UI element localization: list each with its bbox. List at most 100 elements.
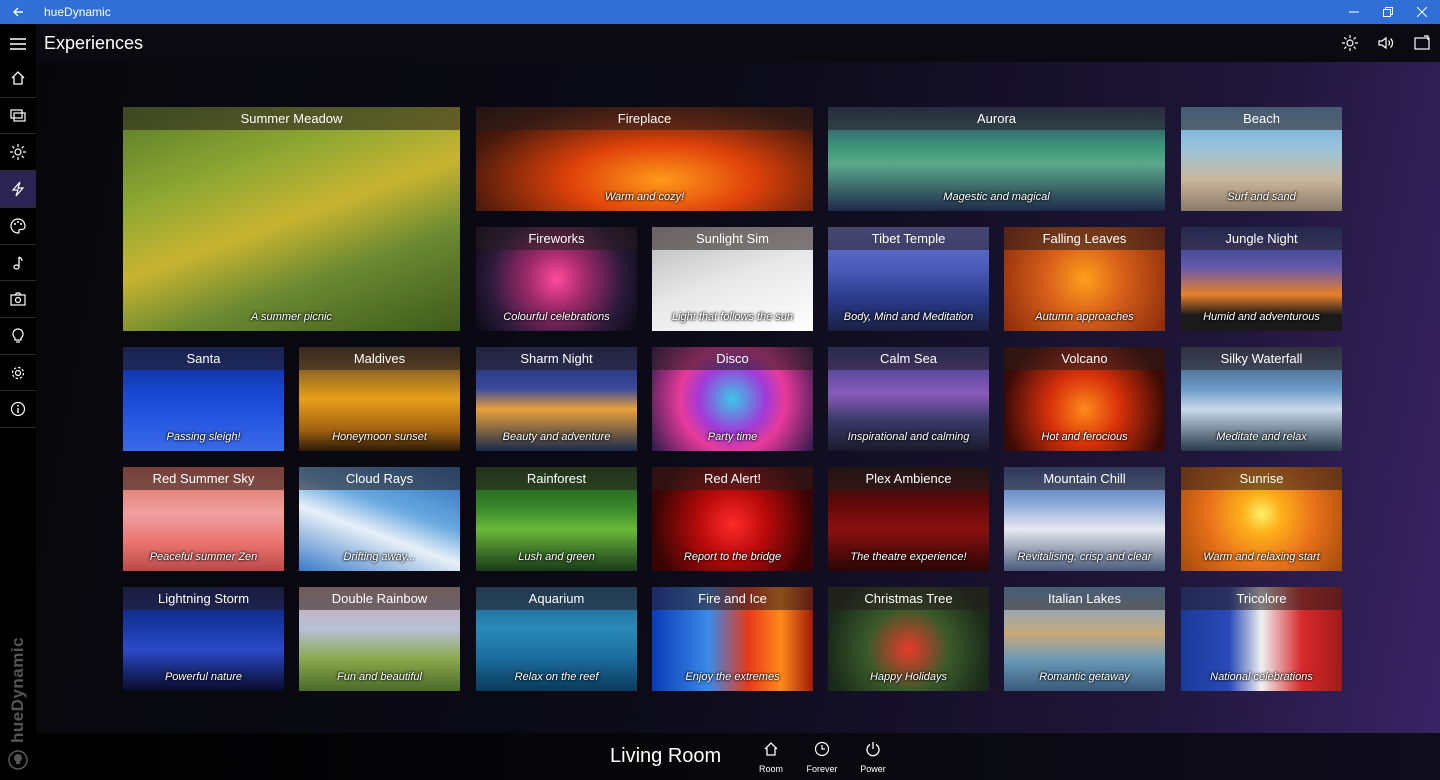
experience-tile[interactable]: Mountain Chill Revitalising, crisp and cl…	[1004, 467, 1165, 571]
experience-subtitle: Powerful nature	[164, 671, 243, 683]
experience-tile[interactable]: Santa Passing sleigh!	[123, 347, 284, 451]
experience-subtitle: Beauty and adventure	[502, 431, 611, 443]
gear-icon	[11, 366, 25, 380]
experience-tile[interactable]: Lightning Storm Powerful nature	[123, 587, 284, 691]
experience-tile[interactable]: Tricolore National celebrations	[1181, 587, 1342, 691]
experience-tile[interactable]: Christmas Tree Happy Holidays	[828, 587, 989, 691]
experience-title: Jungle Night	[1181, 227, 1342, 250]
experience-subtitle: Warm and cozy!	[604, 191, 685, 203]
experience-tile[interactable]: Sharm Night Beauty and adventure	[476, 347, 637, 451]
forever-button[interactable]: Forever	[800, 741, 844, 779]
experience-title: Aurora	[828, 107, 1165, 130]
experience-tile[interactable]: Disco Party time	[652, 347, 813, 451]
experience-tile[interactable]: Jungle Night Humid and adventurous	[1181, 227, 1342, 331]
power-button[interactable]: Power	[851, 741, 895, 779]
sidebar-item-settings[interactable]	[0, 355, 36, 391]
sidebar-item-scenes[interactable]	[0, 98, 36, 134]
back-arrow-icon	[13, 7, 23, 17]
experience-title: Santa	[123, 347, 284, 370]
experience-title: Red Summer Sky	[123, 467, 284, 490]
sidebar-item-about[interactable]	[0, 391, 36, 427]
room-button[interactable]: Room	[749, 741, 793, 779]
experience-subtitle: Humid and adventurous	[1203, 311, 1320, 323]
experience-subtitle: Enjoy the extremes	[685, 671, 780, 683]
sidebar-item-home[interactable]	[0, 60, 36, 96]
experience-title: Mountain Chill	[1004, 467, 1165, 490]
experience-subtitle: Romantic getaway	[1039, 671, 1130, 683]
experience-title: Tibet Temple	[828, 227, 989, 250]
hamburger-menu-button[interactable]	[0, 26, 36, 62]
experience-title: Tricolore	[1181, 587, 1342, 610]
experience-subtitle: A summer picnic	[251, 311, 332, 323]
sidebar-item-brightness[interactable]	[0, 134, 36, 170]
experience-subtitle: Hot and ferocious	[1041, 431, 1128, 443]
experience-tile[interactable]: Cloud Rays Drifting away...	[299, 467, 460, 571]
experience-subtitle: Peaceful summer Zen	[149, 551, 258, 563]
experience-tile[interactable]: Rainforest Lush and green	[476, 467, 637, 571]
room-name: Living Room	[610, 745, 722, 767]
experience-subtitle: Warm and relaxing start	[1203, 551, 1320, 563]
experience-tile[interactable]: Aurora Magestic and magical	[828, 107, 1165, 211]
experience-title: Rainforest	[476, 467, 637, 490]
home-icon	[11, 71, 25, 85]
experience-title: Christmas Tree	[828, 587, 989, 610]
minimize-button[interactable]	[1337, 0, 1371, 24]
brightness-button[interactable]	[1340, 33, 1360, 53]
palette-icon	[10, 218, 26, 234]
experience-tile[interactable]: Silky Waterfall Meditate and relax	[1181, 347, 1342, 451]
close-icon	[1417, 7, 1427, 17]
close-button[interactable]	[1405, 0, 1439, 24]
experience-tile[interactable]: Italian Lakes Romantic getaway	[1004, 587, 1165, 691]
experience-title: Disco	[652, 347, 813, 370]
experience-tile[interactable]: Double Rainbow Fun and beautiful	[299, 587, 460, 691]
experience-subtitle: Magestic and magical	[943, 191, 1050, 203]
experience-subtitle: Honeymoon sunset	[332, 431, 427, 443]
cast-button[interactable]	[1412, 33, 1432, 53]
experience-tile[interactable]: Tibet Temple Body, Mind and Meditation	[828, 227, 989, 331]
bottom-bar: Living Room Room Forever Power	[36, 733, 1440, 780]
volume-button[interactable]	[1376, 33, 1396, 53]
sidebar-item-colors[interactable]	[0, 208, 36, 244]
experience-tile[interactable]: Beach Surf and sand	[1181, 107, 1342, 211]
experience-subtitle: Body, Mind and Meditation	[843, 311, 974, 323]
title-bar: hueDynamic	[0, 0, 1440, 24]
power-button-label: Power	[860, 764, 886, 774]
experience-tile[interactable]: Aquarium Relax on the reef	[476, 587, 637, 691]
experience-subtitle: Fun and beautiful	[336, 671, 422, 683]
brand-bulb-icon	[8, 750, 28, 770]
experience-tile[interactable]: Sunrise Warm and relaxing start	[1181, 467, 1342, 571]
sidebar-item-experiences[interactable]	[0, 171, 36, 207]
sidebar-item-lights[interactable]	[0, 318, 36, 354]
experience-tile[interactable]: Fireplace Warm and cozy!	[476, 107, 813, 211]
experience-title: Fireplace	[476, 107, 813, 130]
restore-button[interactable]	[1371, 0, 1405, 24]
sidebar-item-camera[interactable]	[0, 281, 36, 317]
experience-tile[interactable]: Summer Meadow A summer picnic	[123, 107, 460, 331]
brand-text: hueDynamic	[8, 636, 27, 744]
experience-tile[interactable]: Plex Ambience The theatre experience!	[828, 467, 989, 571]
experience-tile[interactable]: Volcano Hot and ferocious	[1004, 347, 1165, 451]
experience-title: Silky Waterfall	[1181, 347, 1342, 370]
experience-tile[interactable]: Red Alert! Report to the bridge	[652, 467, 813, 571]
experience-tile[interactable]: Fire and Ice Enjoy the extremes	[652, 587, 813, 691]
experience-tile[interactable]: Red Summer Sky Peaceful summer Zen	[123, 467, 284, 571]
experience-title: Sunrise	[1181, 467, 1342, 490]
clock-icon	[814, 741, 830, 757]
volume-icon	[1378, 36, 1394, 50]
experience-tile[interactable]: Fireworks Colourful celebrations	[476, 227, 637, 331]
experience-subtitle: Drifting away...	[343, 551, 416, 563]
experience-title: Italian Lakes	[1004, 587, 1165, 610]
experience-tile[interactable]: Calm Sea Inspirational and calming	[828, 347, 989, 451]
experience-title: Cloud Rays	[299, 467, 460, 490]
experience-title: Fire and Ice	[652, 587, 813, 610]
forever-button-label: Forever	[806, 764, 838, 774]
music-note-icon	[13, 256, 23, 270]
experience-tile[interactable]: Maldives Honeymoon sunset	[299, 347, 460, 451]
brightness-icon	[1342, 35, 1358, 51]
experience-tile[interactable]: Falling Leaves Autumn approaches	[1004, 227, 1165, 331]
experience-subtitle: Happy Holidays	[869, 671, 948, 683]
home-icon	[764, 742, 778, 756]
back-button[interactable]	[0, 0, 36, 24]
sidebar-item-music[interactable]	[0, 245, 36, 281]
experience-tile[interactable]: Sunlight Sim Light that follows the sun	[652, 227, 813, 331]
